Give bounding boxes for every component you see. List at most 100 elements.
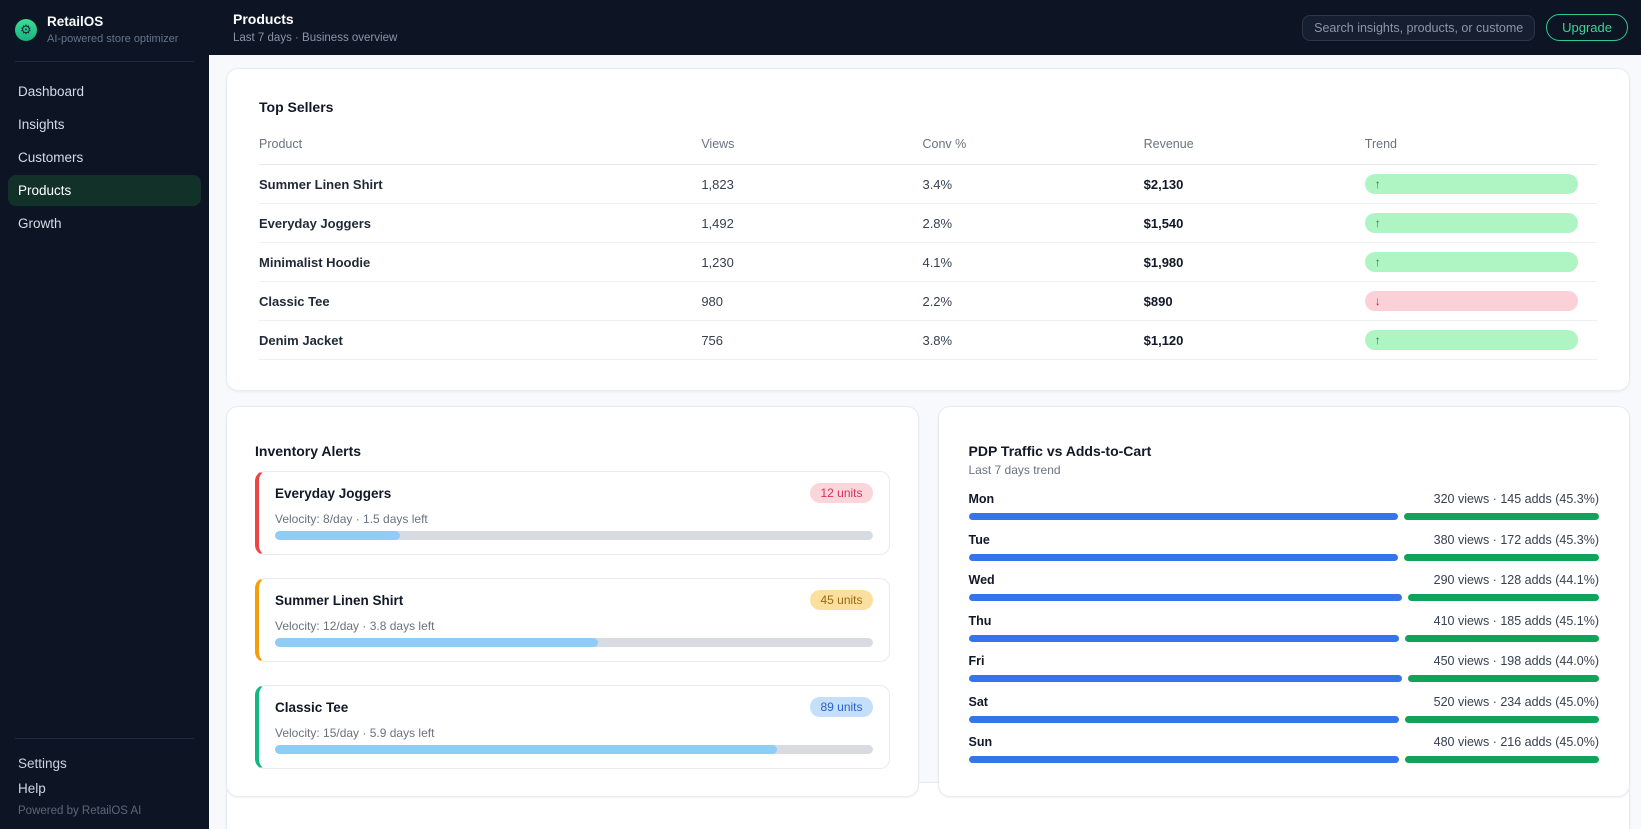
sidebar-link-help[interactable]: Help bbox=[8, 776, 201, 801]
pdp-stats-label: 520 views · 234 adds (45.0%) bbox=[1433, 694, 1599, 709]
sidebar-footer-divider bbox=[15, 738, 194, 739]
cell-conv: 2.2% bbox=[922, 293, 953, 309]
upgrade-button[interactable]: Upgrade bbox=[1546, 14, 1628, 41]
cell-product: Denim Jacket bbox=[259, 332, 343, 348]
pdp-day-label: Wed bbox=[968, 573, 995, 587]
app-logo-gear-icon: ⚙ bbox=[15, 18, 37, 41]
arrow-up-icon: ↑ bbox=[1374, 216, 1381, 230]
trend-up-badge: ↑ bbox=[1364, 252, 1578, 272]
pdp-bars bbox=[968, 634, 1599, 642]
pdp-day-label: Sat bbox=[968, 694, 988, 709]
search-input[interactable] bbox=[1302, 14, 1536, 41]
alert-velocity-label: Velocity: 15/day · 5.9 days left bbox=[275, 726, 435, 740]
cell-trend: ↓ bbox=[1364, 291, 1597, 311]
inventory-alerts-list: Everyday Joggers 12 units Velocity: 8/day … bbox=[255, 471, 890, 769]
pdp-bars bbox=[968, 675, 1599, 682]
pdp-row-header: Sun 480 views · 216 adds (45.0%) bbox=[969, 735, 1600, 749]
cell-trend: ↑ bbox=[1364, 252, 1597, 272]
arrow-up-icon: ↑ bbox=[1374, 333, 1381, 347]
views-bar bbox=[968, 553, 1399, 561]
sidebar-item-products[interactable]: Products bbox=[8, 175, 201, 207]
stock-progress-track bbox=[275, 638, 873, 647]
cell-views: 1,492 bbox=[701, 215, 734, 231]
units-badge: 12 units bbox=[810, 483, 873, 503]
sidebar-divider bbox=[15, 61, 194, 63]
inventory-alert-item: Everyday Joggers 12 units Velocity: 8/day … bbox=[255, 471, 890, 555]
inventory-alerts-title: Inventory Alerts bbox=[255, 443, 362, 459]
pdp-day-label: Sun bbox=[968, 735, 993, 749]
content-area: Top Sellers Product Views Conv % Revenue… bbox=[209, 55, 1641, 829]
adds-bar bbox=[1404, 553, 1599, 561]
pdp-traffic-card: PDP Traffic vs Adds-to-Cart Last 7 days … bbox=[937, 406, 1630, 797]
adds-bar bbox=[1404, 513, 1599, 520]
units-badge: 89 units bbox=[810, 697, 873, 717]
top-sellers-title: Top Sellers bbox=[259, 99, 334, 115]
header-titles: Products Last 7 days · Business overview bbox=[233, 11, 397, 44]
views-bar bbox=[968, 594, 1402, 601]
stock-progress-track bbox=[275, 531, 873, 540]
table-row: Denim Jacket 756 3.8% $1,120 ↑ bbox=[259, 321, 1597, 360]
pdp-day-row: Sun 480 views · 216 adds (45.0%) bbox=[968, 735, 1600, 763]
sidebar-footer: Settings Help Powered by RetailOS AI bbox=[8, 722, 201, 817]
alert-velocity-label: Velocity: 8/day · 1.5 days left bbox=[275, 512, 428, 526]
app-name: RetailOS bbox=[47, 14, 104, 29]
cell-product: Minimalist Hoodie bbox=[259, 254, 371, 270]
sidebar-item-growth[interactable]: Growth bbox=[8, 208, 201, 239]
pdp-day-row: Wed 290 views · 128 adds (44.1%) bbox=[968, 573, 1599, 601]
cell-product: Everyday Joggers bbox=[259, 215, 372, 231]
arrow-up-icon: ↑ bbox=[1374, 177, 1381, 191]
pdp-day-row: Sat 520 views · 234 adds (45.0%) bbox=[968, 694, 1599, 723]
alert-header: Summer Linen Shirt 45 units bbox=[275, 590, 873, 610]
pdp-stats-label: 410 views · 185 adds (45.1%) bbox=[1433, 613, 1599, 628]
stock-progress-track bbox=[275, 745, 873, 754]
alert-product-name: Everyday Joggers bbox=[275, 485, 392, 501]
pdp-traffic-rows: Mon 320 views · 145 adds (45.3%) Tue 380 vi… bbox=[968, 492, 1600, 763]
page-subtitle: Last 7 days · Business overview bbox=[233, 31, 398, 44]
inventory-alerts-card: Inventory Alerts Everyday Joggers 12 unit… bbox=[226, 406, 919, 797]
sidebar-footer-links: Settings Help bbox=[8, 751, 201, 801]
bottom-row: Inventory Alerts Everyday Joggers 12 unit… bbox=[226, 406, 1630, 797]
pdp-day-label: Thu bbox=[968, 613, 992, 628]
powered-by-label: Powered by RetailOS AI bbox=[18, 805, 142, 817]
cell-revenue: $890 bbox=[1143, 293, 1173, 309]
alert-velocity-label: Velocity: 12/day · 3.8 days left bbox=[275, 619, 435, 633]
cell-revenue: $1,120 bbox=[1143, 332, 1184, 348]
top-sellers-table-header: Product Views Conv % Revenue Trend bbox=[259, 137, 1597, 165]
pdp-day-label: Fri bbox=[968, 654, 985, 668]
pdp-day-row: Tue 380 views · 172 adds (45.3%) bbox=[968, 532, 1599, 561]
pdp-stats-label: 320 views · 145 adds (45.3%) bbox=[1433, 492, 1599, 506]
col-header-trend: Trend bbox=[1364, 137, 1397, 151]
pdp-bars bbox=[968, 715, 1599, 723]
arrow-up-icon: ↑ bbox=[1374, 255, 1381, 269]
alert-header: Everyday Joggers 12 units bbox=[275, 483, 873, 503]
cell-trend: ↑ bbox=[1364, 213, 1597, 233]
top-sellers-card: Top Sellers Product Views Conv % Revenue… bbox=[226, 68, 1630, 391]
trend-down-badge: ↓ bbox=[1364, 291, 1578, 311]
cell-revenue: $1,540 bbox=[1143, 215, 1184, 231]
pdp-bars bbox=[968, 594, 1599, 601]
col-header-revenue: Revenue bbox=[1143, 137, 1194, 151]
views-bar bbox=[968, 675, 1403, 682]
views-bar bbox=[968, 756, 1400, 763]
brand-text: RetailOS AI-powered store optimizer bbox=[47, 14, 178, 45]
pdp-row-header: Mon 320 views · 145 adds (45.3%) bbox=[969, 492, 1600, 506]
pdp-day-row: Fri 450 views · 198 adds (44.0%) bbox=[968, 654, 1599, 682]
cell-revenue: $1,980 bbox=[1143, 254, 1184, 270]
trend-up-badge: ↑ bbox=[1364, 174, 1578, 194]
sidebar-item-customers[interactable]: Customers bbox=[8, 142, 201, 173]
alert-product-name: Summer Linen Shirt bbox=[275, 592, 404, 608]
arrow-down-icon: ↓ bbox=[1374, 294, 1381, 308]
sidebar-item-insights[interactable]: Insights bbox=[8, 109, 201, 140]
col-header-conv: Conv % bbox=[922, 137, 967, 151]
sidebar-item-dashboard[interactable]: Dashboard bbox=[8, 76, 201, 107]
cell-revenue: $2,130 bbox=[1143, 176, 1184, 192]
pdp-bars bbox=[968, 553, 1599, 561]
top-sellers-table-body: Summer Linen Shirt 1,823 3.4% $2,130 ↑ Everyd… bbox=[259, 165, 1597, 360]
sidebar-link-settings[interactable]: Settings bbox=[8, 751, 201, 776]
pdp-day-label: Tue bbox=[968, 532, 990, 547]
brand: ⚙ RetailOS AI-powered store optimizer bbox=[8, 14, 201, 45]
pdp-row-header: Thu 410 views · 185 adds (45.1%) bbox=[969, 614, 1600, 628]
pdp-traffic-subtitle: Last 7 days trend bbox=[968, 463, 1061, 477]
pdp-stats-label: 450 views · 198 adds (44.0%) bbox=[1433, 654, 1599, 668]
inventory-alert-item: Classic Tee 89 units Velocity: 15/day · 5.… bbox=[255, 685, 890, 769]
